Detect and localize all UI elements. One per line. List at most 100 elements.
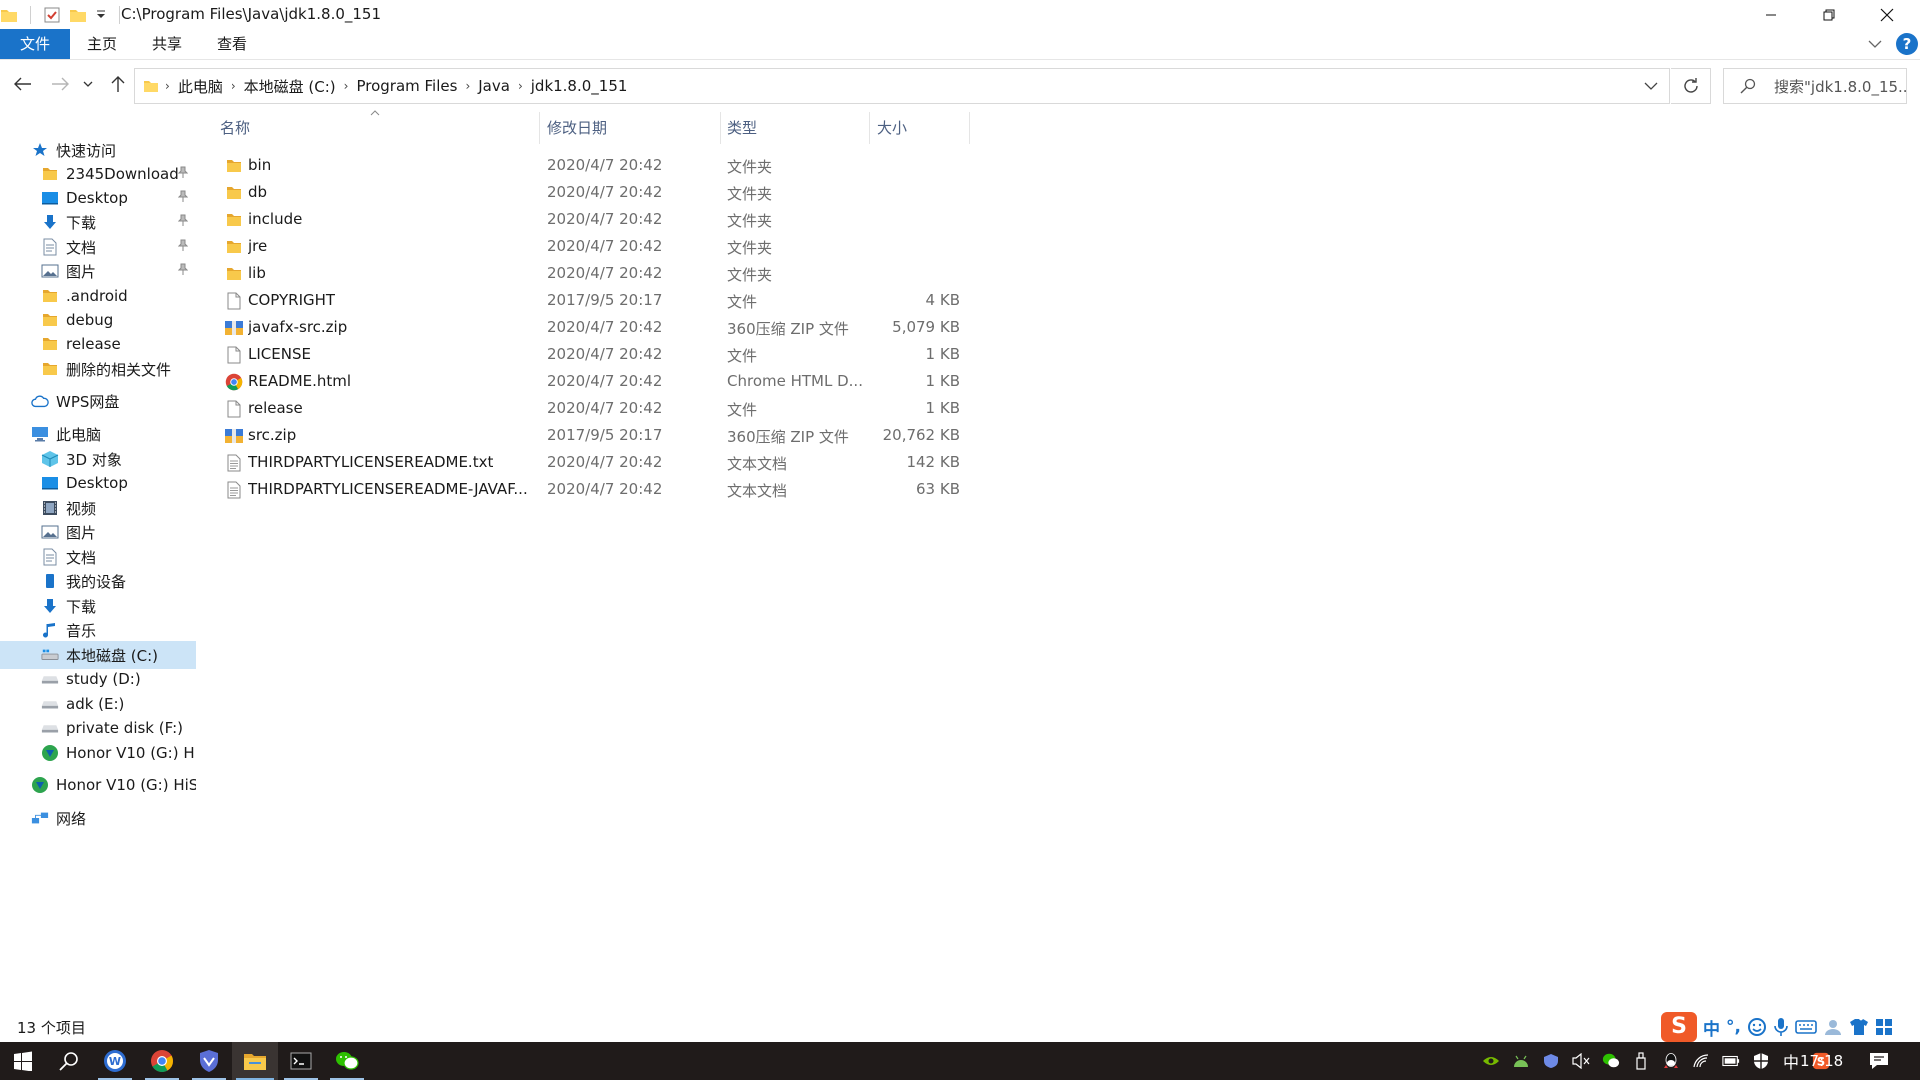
help-icon[interactable]: ? (1896, 33, 1918, 55)
battery-icon[interactable] (1722, 1052, 1740, 1070)
download-icon (41, 597, 59, 615)
tab-file[interactable]: 文件 (0, 29, 70, 59)
file-row[interactable]: COPYRIGHT 2017/9/5 20:17 文件 4 KB (212, 287, 972, 314)
nav-item[interactable]: 我的设备 (0, 567, 196, 595)
shield-app-icon[interactable] (186, 1042, 232, 1080)
file-row[interactable]: README.html 2020/4/7 20:42 Chrome HTML D..… (212, 368, 972, 395)
android-icon[interactable] (1512, 1052, 1530, 1070)
column-header-name[interactable]: 名称 (220, 110, 540, 146)
address-history-button[interactable] (1633, 69, 1669, 103)
pin-icon[interactable] (178, 263, 188, 275)
breadcrumb-jdk[interactable]: jdk1.8.0_151 (523, 77, 636, 95)
file-explorer-taskbar-icon[interactable] (232, 1042, 278, 1080)
wechat-taskbar-icon[interactable] (324, 1042, 370, 1080)
back-button[interactable] (11, 72, 35, 96)
refresh-button[interactable] (1671, 68, 1711, 104)
restore-button[interactable] (1800, 0, 1858, 29)
nvidia-icon[interactable] (1482, 1052, 1500, 1070)
nav-item[interactable]: 下载 (0, 208, 196, 236)
pin-icon[interactable] (178, 166, 188, 178)
toolbox-icon[interactable] (1875, 1018, 1893, 1036)
file-row[interactable]: db 2020/4/7 20:42 文件夹 (212, 179, 972, 206)
breadcrumb-java[interactable]: Java (470, 77, 518, 95)
sogou-ime-icon[interactable]: S (1661, 1012, 1697, 1042)
file-row[interactable]: lib 2020/4/7 20:42 文件夹 (212, 260, 972, 287)
file-size: 142 KB (906, 453, 960, 471)
pin-icon[interactable] (178, 239, 188, 251)
vpn-shield-icon[interactable] (1542, 1052, 1560, 1070)
file-row[interactable]: bin 2020/4/7 20:42 文件夹 (212, 152, 972, 179)
emoji-icon[interactable] (1747, 1017, 1767, 1037)
file-row[interactable]: include 2020/4/7 20:42 文件夹 (212, 206, 972, 233)
file-row[interactable]: LICENSE 2020/4/7 20:42 文件 1 KB (212, 341, 972, 368)
column-header-date[interactable]: 修改日期 (547, 110, 717, 146)
tab-home[interactable]: 主页 (76, 29, 128, 59)
column-header-size[interactable]: 大小 (877, 110, 967, 146)
close-button[interactable] (1858, 0, 1916, 29)
nav-item[interactable]: 此电脑 (0, 420, 196, 448)
nav-item-label: release (66, 335, 121, 353)
document-icon (41, 548, 59, 566)
address-bar[interactable]: › 此电脑 › 本地磁盘 (C:) › Program Files › Java… (134, 68, 1670, 104)
minimize-button[interactable] (1742, 0, 1800, 29)
properties-icon[interactable] (43, 6, 61, 24)
nav-item[interactable]: 音乐 (0, 616, 196, 644)
expand-ribbon-icon[interactable] (1868, 39, 1882, 49)
search-input[interactable]: 搜索"jdk1.8.0_15... (1774, 76, 1906, 97)
file-row[interactable]: src.zip 2017/9/5 20:17 360压缩 ZIP 文件 20,762 … (212, 422, 972, 449)
nav-item[interactable]: Desktop (0, 469, 196, 497)
search-taskbar-button[interactable] (46, 1042, 92, 1080)
wifi-icon[interactable] (1692, 1052, 1710, 1070)
search-box[interactable]: 搜索"jdk1.8.0_15... (1723, 68, 1907, 104)
file-row[interactable]: THIRDPARTYLICENSEREADME.txt 2020/4/7 20:4… (212, 449, 972, 476)
tab-view[interactable]: 查看 (206, 29, 258, 59)
breadcrumb-this-pc[interactable]: 此电脑 (170, 76, 231, 97)
qq-icon[interactable] (1662, 1052, 1680, 1070)
nav-item[interactable]: study (D:) (0, 665, 196, 693)
start-button[interactable] (0, 1042, 46, 1080)
pin-icon[interactable] (178, 190, 188, 202)
app-w-icon[interactable]: W (92, 1042, 138, 1080)
forward-button[interactable] (48, 72, 72, 96)
ime-mode[interactable]: 中 (1703, 1015, 1720, 1040)
breadcrumb-program-files[interactable]: Program Files (348, 77, 465, 95)
file-row[interactable]: THIRDPARTYLICENSEREADME-JAVAF... 2020/4/7… (212, 476, 972, 503)
column-header-type[interactable]: 类型 (727, 110, 867, 146)
nav-item[interactable]: Honor V10 (G:) HiSuite (0, 739, 196, 767)
file-row[interactable]: javafx-src.zip 2020/4/7 20:42 360压缩 ZIP 文件… (212, 314, 972, 341)
nav-item[interactable]: private disk (F:) (0, 714, 196, 742)
nav-item[interactable]: 删除的相关文件 (0, 355, 196, 383)
ime-punctuation[interactable]: °, (1726, 1017, 1741, 1037)
text-file-icon (224, 453, 244, 473)
breadcrumb-local-disk[interactable]: 本地磁盘 (C:) (236, 76, 344, 97)
pin-icon[interactable] (178, 214, 188, 226)
nav-item[interactable]: 网络 (0, 804, 196, 832)
up-button[interactable] (106, 72, 130, 96)
microphone-icon[interactable] (1773, 1017, 1789, 1037)
nav-item[interactable]: 图片 (0, 518, 196, 546)
file-row[interactable]: release 2020/4/7 20:42 文件 1 KB (212, 395, 972, 422)
nav-item[interactable]: Honor V10 (G:) HiSuite (0, 771, 196, 799)
nav-item-label: 快速访问 (56, 141, 117, 160)
nav-item[interactable]: release (0, 330, 196, 358)
customize-qat-icon[interactable] (95, 9, 107, 21)
recent-locations-button[interactable] (80, 72, 96, 96)
nav-item[interactable]: WPS网盘 (0, 387, 196, 415)
tab-share[interactable]: 共享 (141, 29, 193, 59)
file-row[interactable]: jre 2020/4/7 20:42 文件夹 (212, 233, 972, 260)
security-center-icon[interactable] (1752, 1052, 1770, 1070)
input-language[interactable]: 中 (1782, 1052, 1800, 1072)
speaker-muted-icon[interactable] (1572, 1052, 1590, 1070)
skin-icon[interactable] (1849, 1018, 1869, 1036)
wechat-tray-icon[interactable] (1602, 1052, 1620, 1070)
notification-center-icon[interactable] (1866, 1048, 1892, 1074)
usb-device-icon[interactable] (1632, 1052, 1650, 1070)
taskbar-clock[interactable]: 17:18 (1800, 1042, 1843, 1080)
terminal-icon[interactable] (278, 1042, 324, 1080)
chrome-taskbar-icon[interactable] (139, 1042, 185, 1080)
keyboard-icon[interactable] (1795, 1019, 1817, 1035)
new-folder-icon[interactable] (69, 7, 87, 23)
nav-item[interactable]: 图片 (0, 257, 196, 285)
file-size: 1 KB (925, 372, 960, 390)
user-icon[interactable] (1823, 1017, 1843, 1037)
